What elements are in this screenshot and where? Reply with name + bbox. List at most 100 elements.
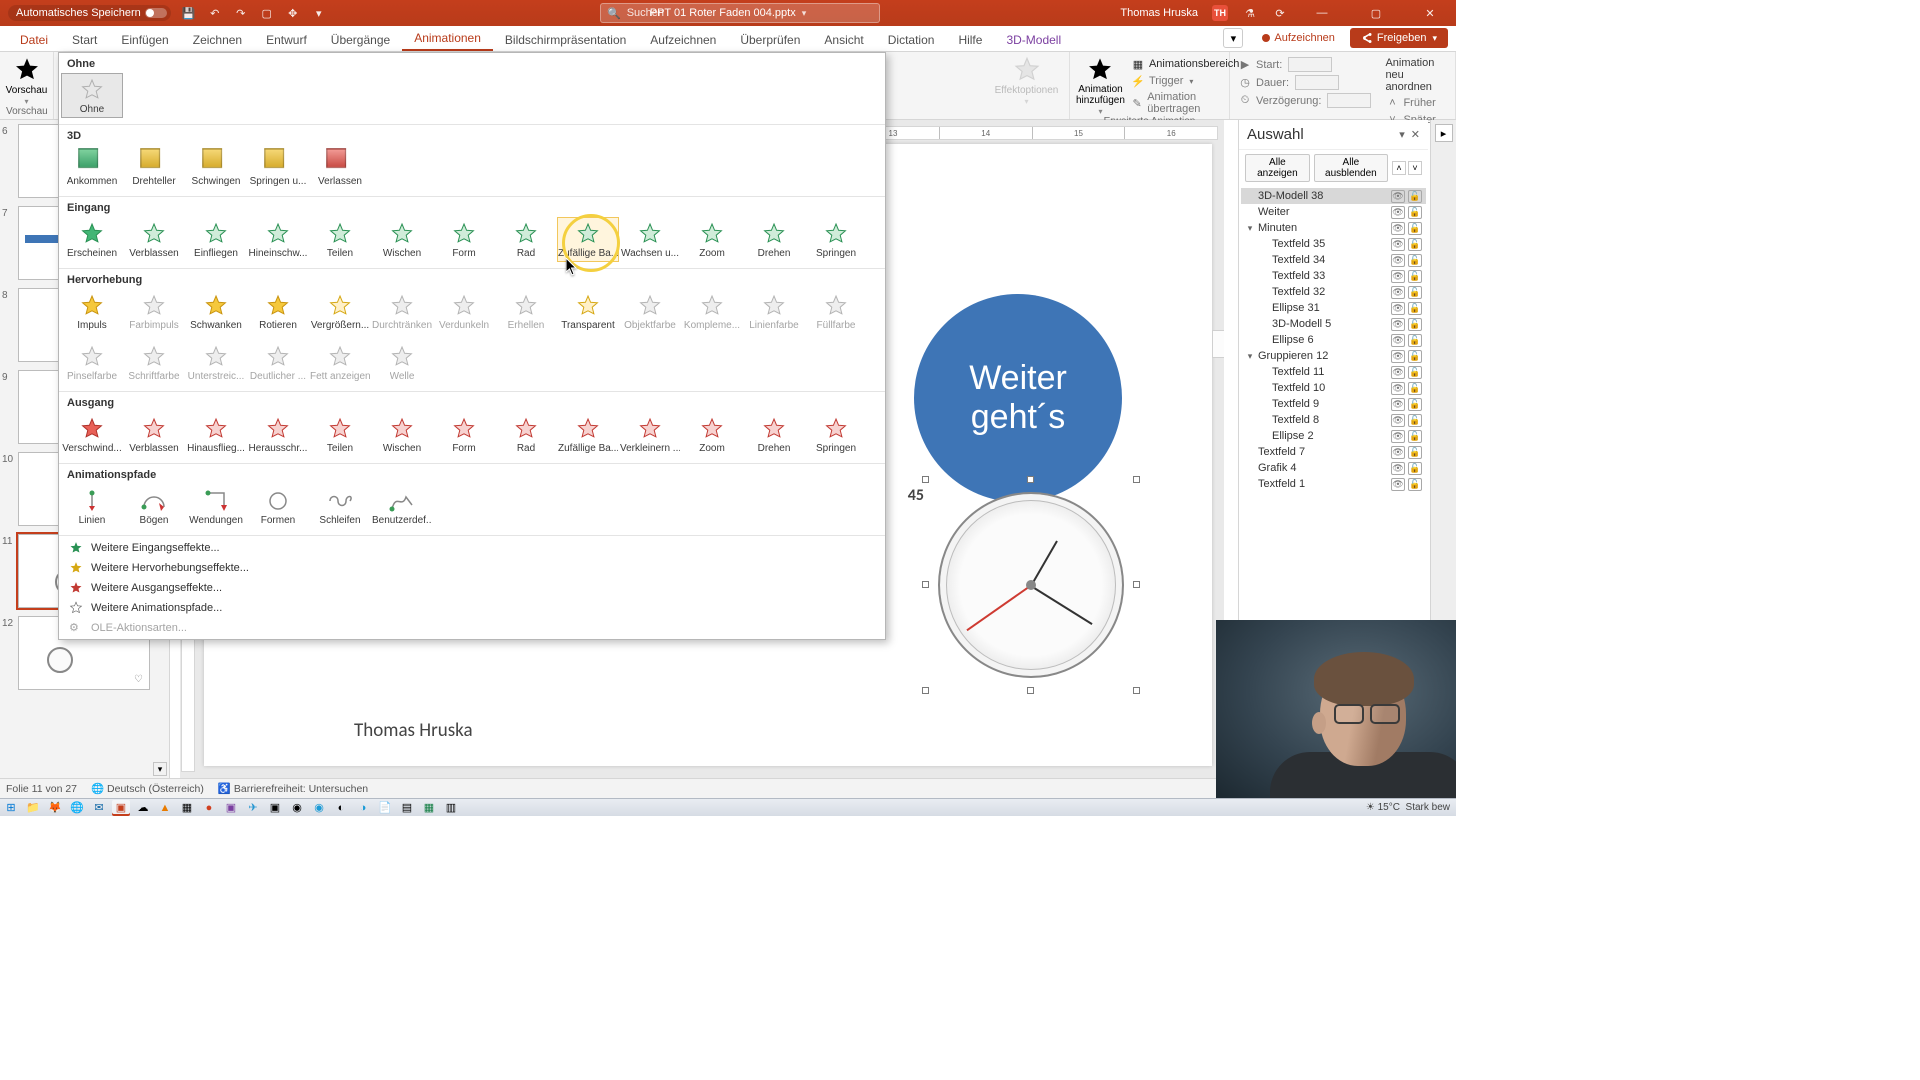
selection-item[interactable]: Ellipse 6 👁 🔓 xyxy=(1241,332,1426,348)
lock-toggle-icon[interactable]: 🔓 xyxy=(1408,478,1422,491)
anim-path-1[interactable]: Bögen xyxy=(123,484,185,529)
outlook-icon[interactable]: ✉ xyxy=(90,800,108,816)
selection-handle[interactable] xyxy=(1133,687,1140,694)
anim-emphasis-0[interactable]: Impuls xyxy=(61,289,123,334)
scroll-down-button[interactable]: ▾ xyxy=(153,762,167,776)
selection-item[interactable]: Grafik 4 👁 🔓 xyxy=(1241,460,1426,476)
tab-review[interactable]: Überprüfen xyxy=(728,29,812,51)
selection-item[interactable]: 3D-Modell 5 👁 🔓 xyxy=(1241,316,1426,332)
app-icon[interactable]: ▤ xyxy=(398,800,416,816)
anim-exit-0[interactable]: Verschwind... xyxy=(61,412,123,457)
trigger-button[interactable]: ⚡Trigger▾ xyxy=(1129,73,1242,89)
selection-item[interactable]: 3D-Modell 38 👁 🔓 xyxy=(1241,188,1426,204)
powerpoint-icon[interactable]: ▣ xyxy=(112,800,130,816)
anim-entrance-5[interactable]: Wischen xyxy=(371,217,433,262)
tab-design[interactable]: Entwurf xyxy=(254,29,319,51)
animation-painter-button[interactable]: ✎Animation übertragen xyxy=(1129,90,1242,116)
speech-bubble-shape[interactable]: Weiter geht´s xyxy=(914,294,1122,502)
anim-entrance-6[interactable]: Form xyxy=(433,217,495,262)
start-dropdown[interactable] xyxy=(1288,57,1332,72)
lock-toggle-icon[interactable]: 🔓 xyxy=(1408,254,1422,267)
tab-slideshow[interactable]: Bildschirmpräsentation xyxy=(493,29,638,51)
selection-item[interactable]: Ellipse 2 👁 🔓 xyxy=(1241,428,1426,444)
anim-exit-6[interactable]: Form xyxy=(433,412,495,457)
undo-icon[interactable]: ↶ xyxy=(207,5,223,21)
sync-icon[interactable]: ⟳ xyxy=(1272,5,1288,21)
anim-entrance-3[interactable]: Hineinschw... xyxy=(247,217,309,262)
autosave-toggle[interactable]: Automatisches Speichern xyxy=(8,5,171,21)
selection-handle[interactable] xyxy=(922,581,929,588)
lock-toggle-icon[interactable]: 🔓 xyxy=(1408,382,1422,395)
slide-counter[interactable]: Folie 11 von 27 xyxy=(6,783,77,795)
lock-toggle-icon[interactable]: 🔓 xyxy=(1408,302,1422,315)
windows-taskbar[interactable]: ⊞ 📁 🦊 🌐 ✉ ▣ ☁ ▲ ▦ ● ▣ ✈ ▣ ◉ ◉ ◐ ◑ 📄 ▤ ▦ … xyxy=(0,798,1456,816)
delay-spinner[interactable] xyxy=(1327,93,1371,108)
visibility-toggle-icon[interactable]: 👁 xyxy=(1391,382,1405,395)
anim-exit-9[interactable]: Verkleinern ... xyxy=(619,412,681,457)
anim-3d-1[interactable]: Drehteller xyxy=(123,145,185,190)
tab-animations[interactable]: Animationen xyxy=(402,27,493,51)
visibility-toggle-icon[interactable]: 👁 xyxy=(1391,462,1405,475)
onenote-icon[interactable]: ▣ xyxy=(222,800,240,816)
qat-overflow-icon[interactable]: ▾ xyxy=(311,5,327,21)
tab-transitions[interactable]: Übergänge xyxy=(319,29,402,51)
lock-toggle-icon[interactable]: 🔓 xyxy=(1408,222,1422,235)
anim-entrance-4[interactable]: Teilen xyxy=(309,217,371,262)
expand-icon[interactable]: ▾ xyxy=(1245,223,1255,234)
selection-item[interactable]: Textfeld 10 👁 🔓 xyxy=(1241,380,1426,396)
more-entrance-effects[interactable]: Weitere Eingangseffekte... xyxy=(59,538,885,558)
selection-item[interactable]: Textfeld 34 👁 🔓 xyxy=(1241,252,1426,268)
selection-item[interactable]: Weiter 👁 🔓 xyxy=(1241,204,1426,220)
anim-path-5[interactable]: Benutzerdef... xyxy=(371,484,433,529)
lock-toggle-icon[interactable]: 🔓 xyxy=(1408,286,1422,299)
anim-path-4[interactable]: Schleifen xyxy=(309,484,371,529)
lock-toggle-icon[interactable]: 🔓 xyxy=(1408,462,1422,475)
obs-icon[interactable]: ◉ xyxy=(288,800,306,816)
anim-path-2[interactable]: Wendungen xyxy=(185,484,247,529)
app-icon[interactable]: ▥ xyxy=(442,800,460,816)
telegram-icon[interactable]: ✈ xyxy=(244,800,262,816)
more-exit-effects[interactable]: Weitere Ausgangseffekte... xyxy=(59,578,885,598)
tab-3dmodel[interactable]: 3D-Modell xyxy=(994,29,1073,51)
chrome-icon[interactable]: 🌐 xyxy=(68,800,86,816)
duration-spinner[interactable] xyxy=(1295,75,1339,90)
anim-path-3[interactable]: Formen xyxy=(247,484,309,529)
notepad-icon[interactable]: 📄 xyxy=(376,800,394,816)
selection-item[interactable]: Textfeld 1 👁 🔓 xyxy=(1241,476,1426,492)
more-emphasis-effects[interactable]: Weitere Hervorhebungseffekte... xyxy=(59,558,885,578)
lock-toggle-icon[interactable]: 🔓 xyxy=(1408,334,1422,347)
lock-toggle-icon[interactable]: 🔓 xyxy=(1408,318,1422,331)
lock-toggle-icon[interactable]: 🔓 xyxy=(1408,414,1422,427)
selection-item[interactable]: Textfeld 35 👁 🔓 xyxy=(1241,236,1426,252)
visibility-toggle-icon[interactable]: 👁 xyxy=(1391,238,1405,251)
minimize-button[interactable]: — xyxy=(1302,0,1342,26)
expand-rail-button[interactable]: ▸ xyxy=(1435,124,1453,142)
pane-options-icon[interactable]: ▾ xyxy=(1399,128,1405,141)
save-icon[interactable]: 💾 xyxy=(181,5,197,21)
firefox-icon[interactable]: 🦊 xyxy=(46,800,64,816)
anim-entrance-11[interactable]: Drehen xyxy=(743,217,805,262)
anim-exit-12[interactable]: Springen xyxy=(805,412,867,457)
pane-close-icon[interactable]: ✕ xyxy=(1411,128,1420,141)
lock-toggle-icon[interactable]: 🔓 xyxy=(1408,430,1422,443)
anim-entrance-12[interactable]: Springen xyxy=(805,217,867,262)
lock-toggle-icon[interactable]: 🔓 xyxy=(1408,190,1422,203)
anim-emphasis-8[interactable]: Transparent xyxy=(557,289,619,334)
weather-widget[interactable]: ☀ 15°C Stark bew xyxy=(1366,802,1450,813)
app-icon[interactable]: ▦ xyxy=(178,800,196,816)
anim-entrance-1[interactable]: Verblassen xyxy=(123,217,185,262)
touch-icon[interactable]: ✥ xyxy=(285,5,301,21)
move-earlier-button[interactable]: ˄Früher xyxy=(1383,95,1449,111)
anim-exit-5[interactable]: Wischen xyxy=(371,412,433,457)
visibility-toggle-icon[interactable]: 👁 xyxy=(1391,318,1405,331)
preview-button[interactable]: Vorschau ▾ xyxy=(6,54,47,106)
ribbon-collapse-button[interactable]: ▾ xyxy=(1223,28,1243,48)
selection-handle[interactable] xyxy=(1027,476,1034,483)
expand-icon[interactable]: ▾ xyxy=(1245,351,1255,362)
tab-insert[interactable]: Einfügen xyxy=(109,29,180,51)
lock-toggle-icon[interactable]: 🔓 xyxy=(1408,446,1422,459)
visibility-toggle-icon[interactable]: 👁 xyxy=(1391,222,1405,235)
selection-handle[interactable] xyxy=(1027,687,1034,694)
collapse-pane-tab[interactable] xyxy=(1212,330,1224,358)
anim-exit-4[interactable]: Teilen xyxy=(309,412,371,457)
